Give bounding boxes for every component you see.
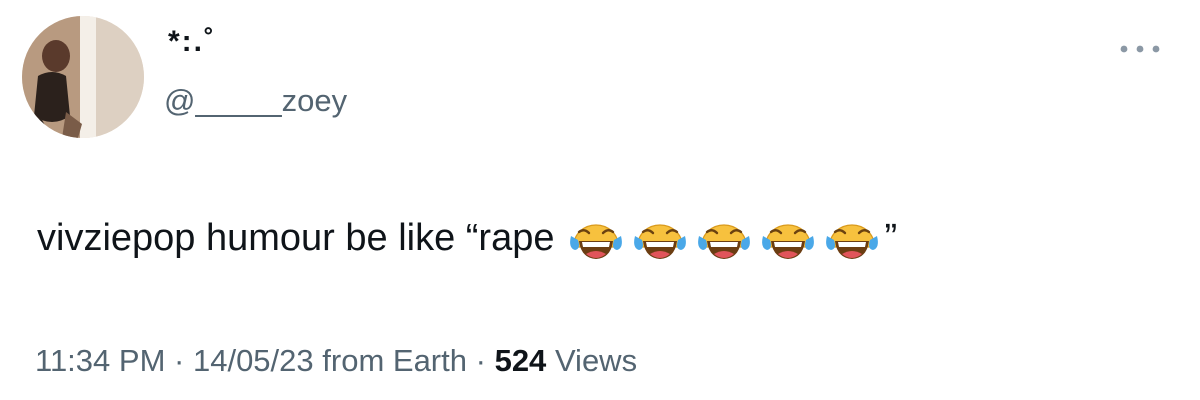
user-handle[interactable]: @_____zoey bbox=[164, 80, 347, 122]
display-name[interactable]: *:.˚ bbox=[168, 22, 216, 62]
meta-separator-2: · bbox=[475, 343, 486, 378]
tears-of-joy-emoji-icon bbox=[695, 214, 753, 262]
avatar-image bbox=[22, 16, 144, 138]
tears-of-joy-emoji-icon bbox=[631, 214, 689, 262]
tweet-time[interactable]: 11:34 PM bbox=[35, 343, 165, 378]
tweet-meta: 11:34 PM · 14/05/23 from Earth · 524 Vie… bbox=[35, 339, 637, 383]
views-label: Views bbox=[554, 343, 638, 378]
tears-of-joy-emoji-icon bbox=[823, 214, 881, 262]
tears-of-joy-emoji-icon bbox=[759, 214, 817, 262]
meta-separator: · bbox=[174, 343, 185, 378]
more-options-button[interactable] bbox=[1110, 34, 1170, 64]
views-count: 524 bbox=[494, 343, 547, 378]
emoji-run bbox=[567, 214, 881, 262]
tweet-text-content: vivziepop humour be like “rape bbox=[37, 217, 555, 259]
tweet-date[interactable]: 14/05/23 bbox=[193, 343, 314, 378]
tweet-source: Earth bbox=[392, 343, 467, 378]
closing-quote: ” bbox=[884, 217, 898, 259]
tweet-text: vivziepop humour be like “rape ” bbox=[37, 212, 897, 264]
source-prefix: from bbox=[322, 343, 385, 378]
tears-of-joy-emoji-icon bbox=[567, 214, 625, 262]
avatar[interactable] bbox=[22, 16, 144, 138]
more-horizontal-icon bbox=[1120, 45, 1160, 53]
